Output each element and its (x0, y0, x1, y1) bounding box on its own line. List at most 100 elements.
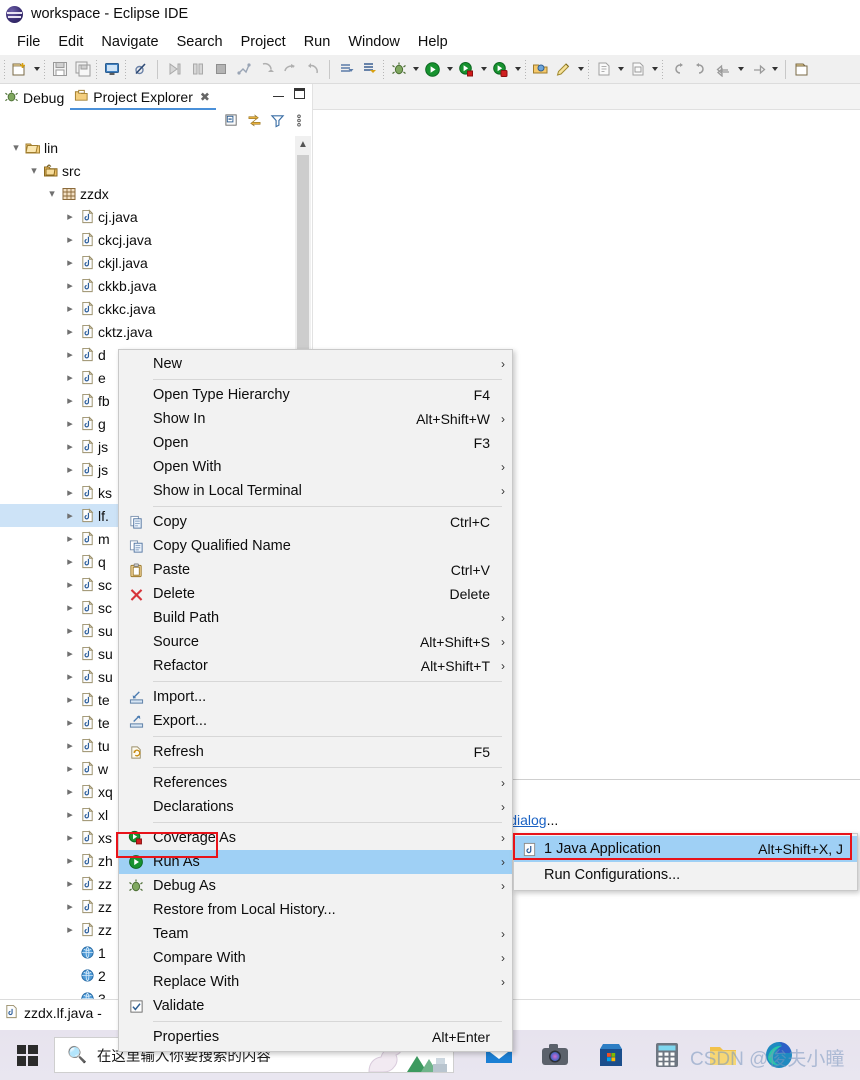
context-menu-item[interactable]: OpenF3› (119, 431, 512, 455)
chevron-right-icon[interactable]: ▸ (62, 233, 78, 246)
chevron-right-icon[interactable]: ▸ (62, 601, 78, 614)
back-dropdown-icon[interactable] (735, 59, 746, 80)
chevron-right-icon[interactable]: ▸ (62, 440, 78, 453)
chevron-right-icon[interactable]: ▸ (62, 325, 78, 338)
new-class-icon[interactable] (627, 59, 648, 80)
chevron-right-icon[interactable]: ▸ (62, 670, 78, 683)
microsoft-store-icon[interactable] (596, 1040, 626, 1070)
context-menu-item[interactable]: Replace With › (119, 970, 512, 994)
back-arrow-icon[interactable] (713, 59, 734, 80)
context-menu-item[interactable]: Show in Local Terminal › (119, 479, 512, 503)
context-menu-item[interactable]: Validate› (119, 994, 512, 1018)
context-menu-item[interactable]: Build Path › (119, 606, 512, 630)
save-all-icon[interactable] (72, 59, 93, 80)
tree-item[interactable]: ▸ ckkb.java (0, 274, 311, 297)
context-menu[interactable]: New › Open Type Hierarchy F4 › Show In Alt+Shi… (118, 349, 513, 1052)
folder-icon[interactable] (708, 1040, 738, 1070)
forward-dropdown-icon[interactable] (769, 59, 780, 80)
new-editor-icon[interactable] (792, 59, 813, 80)
chevron-right-icon[interactable]: ▸ (62, 854, 78, 867)
view-minimize-button[interactable] (273, 88, 284, 99)
context-menu-item[interactable]: DeleteDelete› (119, 582, 512, 606)
menu-window[interactable]: Window (339, 32, 409, 52)
context-menu-item[interactable]: PasteCtrl+V› (119, 558, 512, 582)
context-menu-item[interactable]: Coverage As › (119, 826, 512, 850)
disconnect-icon[interactable] (233, 59, 254, 80)
chevron-down-icon[interactable]: ▾ (26, 164, 42, 177)
step-over-icon[interactable] (279, 59, 300, 80)
tree-item[interactable]: ▸ cktz.java (0, 320, 311, 343)
tree-item[interactable]: ▸ cj.java (0, 205, 311, 228)
chevron-right-icon[interactable]: ▸ (62, 785, 78, 798)
scrollbar-thumb[interactable] (297, 155, 309, 350)
use-step-filters-icon[interactable] (359, 59, 380, 80)
chevron-right-icon[interactable]: ▸ (62, 762, 78, 775)
run-dropdown-icon[interactable] (444, 59, 455, 80)
submenu-item[interactable]: Run Configurations... (514, 862, 857, 888)
skip-breakpoints-icon[interactable] (130, 59, 151, 80)
menu-project[interactable]: Project (232, 32, 295, 52)
context-menu-item[interactable]: Declarations › (119, 795, 512, 819)
context-menu-item[interactable]: Run As › (119, 850, 512, 874)
menu-search[interactable]: Search (168, 32, 232, 52)
console-icon[interactable] (101, 59, 122, 80)
context-menu-item[interactable]: Export...› (119, 709, 512, 733)
chevron-right-icon[interactable]: ▸ (62, 417, 78, 430)
save-icon[interactable] (49, 59, 70, 80)
context-menu-item[interactable]: Debug As › (119, 874, 512, 898)
view-maximize-button[interactable] (294, 88, 305, 99)
run-green-icon[interactable] (422, 59, 443, 80)
link-with-editor-icon[interactable] (247, 113, 262, 133)
camera-icon[interactable] (540, 1040, 570, 1070)
chevron-down-icon[interactable]: ▾ (44, 187, 60, 200)
chevron-right-icon[interactable]: ▸ (62, 509, 78, 522)
profile-dropdown-icon[interactable] (512, 59, 523, 80)
chevron-right-icon[interactable]: ▸ (62, 900, 78, 913)
context-menu-item[interactable]: Source Alt+Shift+S › (119, 630, 512, 654)
new-java-file-icon[interactable] (593, 59, 614, 80)
chevron-right-icon[interactable]: ▸ (62, 486, 78, 499)
menu-help[interactable]: Help (409, 32, 457, 52)
chevron-right-icon[interactable]: ▸ (62, 532, 78, 545)
toolbar-drag-handle[interactable] (3, 59, 7, 79)
new-wizard-icon[interactable] (9, 59, 30, 80)
chevron-down-icon[interactable]: ▾ (8, 141, 24, 154)
forward-arrow-icon[interactable] (747, 59, 768, 80)
debug-bug-icon[interactable] (388, 59, 409, 80)
context-menu-item[interactable]: Import...› (119, 685, 512, 709)
new-wizard-dropdown-icon[interactable] (31, 59, 42, 80)
drop-to-frame-icon[interactable] (336, 59, 357, 80)
menu-file[interactable]: File (8, 32, 49, 52)
context-menu-item[interactable]: Restore from Local History...› (119, 898, 512, 922)
scroll-up-arrow-icon[interactable]: ▲ (295, 136, 311, 153)
menu-edit[interactable]: Edit (49, 32, 92, 52)
resume-icon[interactable] (164, 59, 185, 80)
tab-project-explorer[interactable]: Project Explorer ✖ (70, 86, 216, 110)
chevron-right-icon[interactable]: ▸ (62, 877, 78, 890)
previous-annotation-icon[interactable] (667, 59, 688, 80)
new-class-dropdown-icon[interactable] (649, 59, 660, 80)
view-menu-icon[interactable] (293, 113, 305, 133)
chevron-right-icon[interactable]: ▸ (62, 647, 78, 660)
run-as-submenu[interactable]: 1 Java Application Alt+Shift+X, J Run Conf… (513, 833, 858, 891)
suspend-icon[interactable] (187, 59, 208, 80)
next-annotation-icon[interactable] (690, 59, 711, 80)
step-into-icon[interactable] (256, 59, 277, 80)
context-menu-item[interactable]: PropertiesAlt+Enter› (119, 1025, 512, 1049)
search-dropdown-icon[interactable] (575, 59, 586, 80)
context-menu-item[interactable]: New › (119, 352, 512, 376)
profile-icon[interactable] (490, 59, 511, 80)
menu-navigate[interactable]: Navigate (92, 32, 167, 52)
chevron-right-icon[interactable]: ▸ (62, 923, 78, 936)
tab-project-explorer-close-icon[interactable]: ✖ (200, 90, 210, 104)
terminate-icon[interactable] (210, 59, 231, 80)
chevron-right-icon[interactable]: ▸ (62, 578, 78, 591)
search-pencil-icon[interactable] (553, 59, 574, 80)
context-menu-item[interactable]: Refactor Alt+Shift+T › (119, 654, 512, 678)
context-menu-item[interactable]: Compare With › (119, 946, 512, 970)
calculator-icon[interactable] (652, 1040, 682, 1070)
chevron-right-icon[interactable]: ▸ (62, 279, 78, 292)
view-filter-icon[interactable] (270, 113, 285, 133)
windows-start-icon[interactable] (0, 1030, 54, 1080)
menu-run[interactable]: Run (295, 32, 340, 52)
